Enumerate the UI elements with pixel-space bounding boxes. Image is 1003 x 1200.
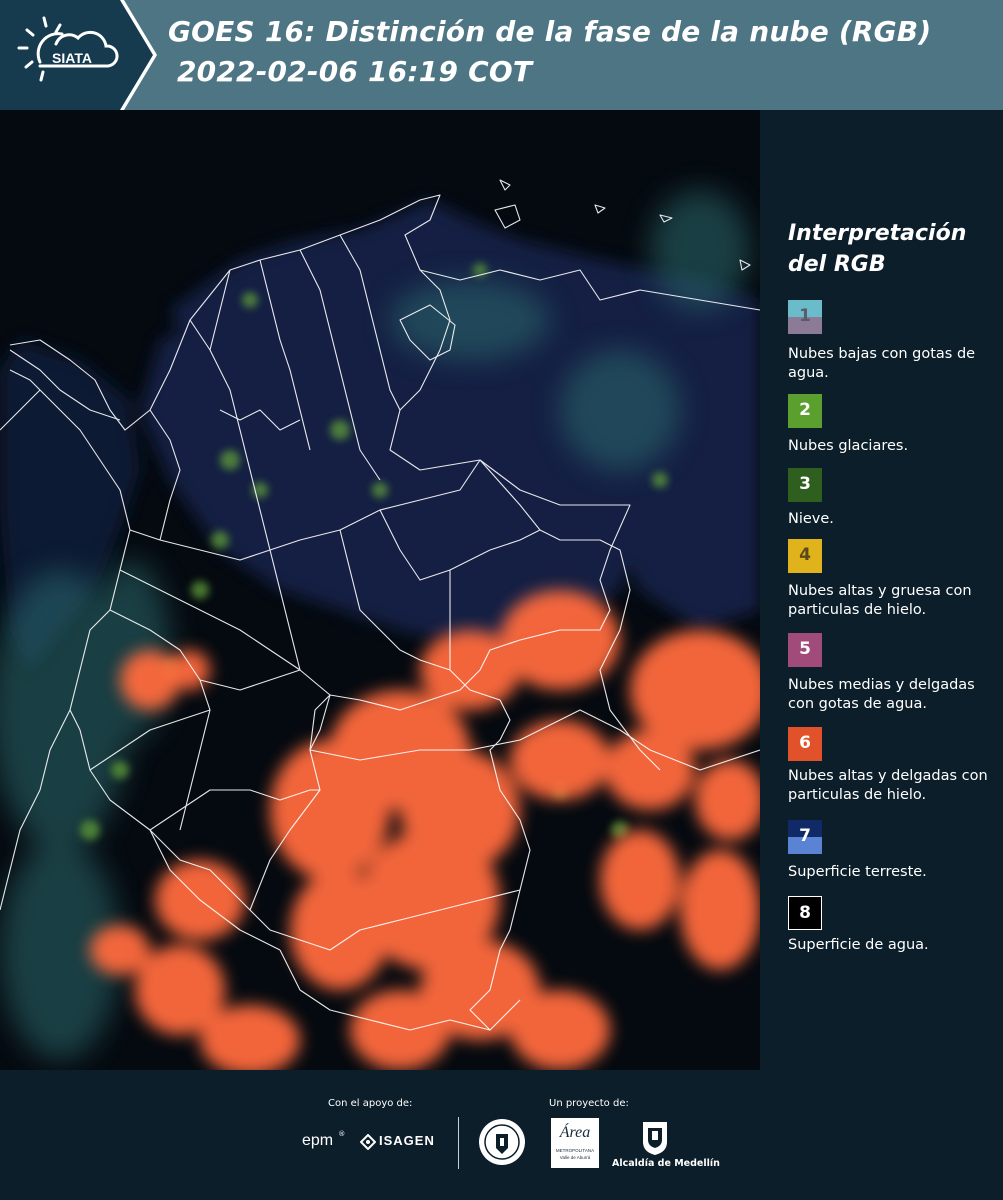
area-logo-sub2: Valle de Aburrá	[559, 1155, 591, 1160]
legend-title-line1: Interpretación	[788, 221, 967, 246]
legend-label-3: Nieve.	[788, 511, 834, 527]
legend-label-7: Superficie terreste.	[788, 864, 927, 880]
area-metropolitana-logo-icon: Área METROPOLITANA Valle de Aburrá	[551, 1118, 599, 1168]
header: SIATA GOES 16: Distinción de la fase de …	[0, 0, 1003, 110]
legend-swatch-7: 7	[788, 820, 822, 854]
legend-number-2: 2	[799, 400, 811, 420]
legend-label-2: Nubes glaciares.	[788, 438, 909, 454]
isagen-logo-text: ISAGEN	[379, 1133, 435, 1148]
legend-number-7: 7	[799, 826, 811, 846]
legend-swatch-5: 5	[788, 633, 822, 667]
alcaldia-medellin-text: Alcaldía de Medellín	[612, 1158, 720, 1169]
legend-number-5: 5	[799, 639, 811, 659]
isagen-logo-icon: ISAGEN	[360, 1132, 442, 1154]
siata-logo-text: SIATA	[52, 50, 92, 66]
footer: Con el apoyo de: Un proyecto de: epm ® I…	[0, 1070, 1003, 1200]
legend-swatch-8: 8	[788, 896, 822, 930]
legend-title: Interpretación del RGB	[788, 218, 993, 280]
legend-swatch-3: 3	[788, 468, 822, 502]
area-logo-text: Área	[559, 1124, 591, 1141]
legend-label-4: Nubes altas y gruesa con particulas de h…	[788, 583, 972, 618]
epm-logo-icon: epm ®	[302, 1130, 346, 1149]
legend-label-6: Nubes altas y delgadas con particulas de…	[788, 768, 988, 803]
epm-logo-text: epm	[302, 1132, 334, 1149]
legend-number-6: 6	[799, 733, 811, 753]
legend-number-1: 1	[799, 306, 811, 326]
area-logo-sub1: METROPOLITANA	[555, 1148, 595, 1153]
seal-logo-icon	[478, 1118, 526, 1166]
legend-label-5: Nubes medias y delgadas con gotas de agu…	[788, 677, 975, 712]
legend-number-8: 8	[799, 903, 811, 923]
page-title: GOES 16: Distinción de la fase de la nub…	[168, 15, 932, 48]
legend-label-8: Superficie de agua.	[788, 937, 929, 953]
page-subtitle-datetime: 2022-02-06 16:19 COT	[177, 55, 533, 88]
satellite-map	[0, 110, 760, 1070]
support-caption: Con el apoyo de:	[328, 1098, 413, 1109]
legend-swatch-4: 4	[788, 539, 822, 573]
legend-swatch-2: 2	[788, 394, 822, 428]
legend-swatch-1: 1	[788, 300, 822, 334]
footer-separator	[458, 1117, 459, 1169]
project-caption: Un proyecto de:	[549, 1098, 629, 1109]
legend-title-line2: del RGB	[788, 252, 886, 277]
alcaldia-medellin-logo-icon	[640, 1118, 670, 1156]
legend-panel: Interpretación del RGB 1 Nubes bajas con…	[760, 110, 1003, 1070]
legend-swatch-6: 6	[788, 727, 822, 761]
siata-logo: SIATA	[0, 0, 157, 110]
legend-label-1: Nubes bajas con gotas de agua.	[788, 346, 976, 381]
legend-number-4: 4	[799, 545, 811, 565]
legend-number-3: 3	[799, 474, 811, 494]
